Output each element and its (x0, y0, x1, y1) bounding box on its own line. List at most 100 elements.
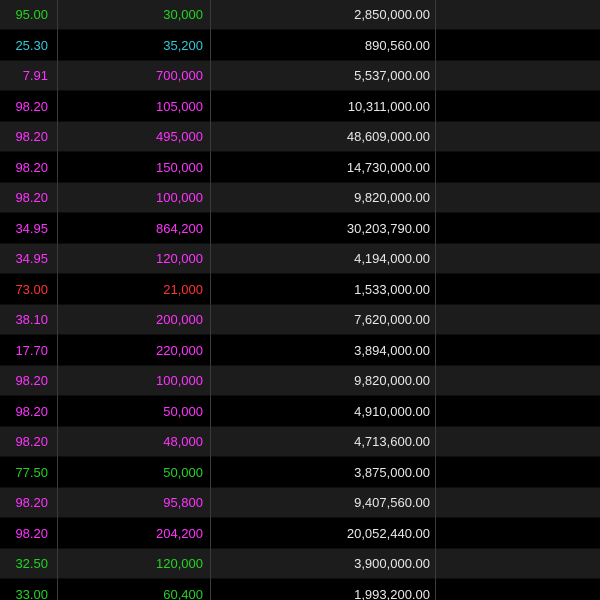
volume-cell: 95,800 (163, 495, 203, 510)
table-row[interactable]: 98.20 150,000 14,730,000.00 73,45 (0, 153, 600, 183)
volume-cell: 105,000 (156, 99, 203, 114)
table-row[interactable]: 17.70 220,000 3,894,000.00 3,89 (0, 336, 600, 366)
table-row[interactable]: 34.95 864,200 30,203,790.00 44,36 (0, 214, 600, 244)
volume-cell: 48,000 (163, 434, 203, 449)
total-cell: 20,05 (437, 519, 600, 549)
volume-cell: 50,000 (163, 404, 203, 419)
value-cell: 10,311,000.00 (347, 99, 430, 114)
trade-table: 95.00 30,000 2,850,000.00 135,22 25.30 35,200… (0, 0, 600, 600)
total-cell: 3,89 (437, 336, 600, 366)
table-row[interactable]: 77.50 50,000 3,875,000.00 3,87 (0, 458, 600, 488)
total-cell: 44,36 (437, 214, 600, 244)
price-cell: 77.50 (15, 465, 48, 480)
price-cell: 34.95 (15, 251, 48, 266)
value-cell: 14,730,000.00 (346, 160, 430, 175)
price-cell: 98.20 (15, 495, 48, 510)
volume-cell: 150,000 (156, 160, 203, 175)
table-row[interactable]: 32.50 120,000 3,900,000.00 8,25 (0, 549, 600, 579)
table-row[interactable]: 98.20 50,000 4,910,000.00 39,08 (0, 397, 600, 427)
volume-cell: 200,000 (156, 312, 203, 327)
total-cell: 48,90 (437, 366, 600, 396)
value-cell: 30,203,790.00 (346, 221, 430, 236)
value-cell: 48,609,000.00 (346, 129, 430, 144)
price-cell: 98.20 (15, 526, 48, 541)
price-cell: 7.91 (22, 68, 48, 83)
value-cell: 4,910,000.00 (354, 404, 430, 419)
table-row[interactable]: 98.20 100,000 9,820,000.00 48,90 (0, 366, 600, 396)
price-cell: 33.00 (15, 587, 48, 600)
total-cell: 1,53 (437, 275, 600, 305)
total-cell: 5,53 (437, 61, 600, 91)
table-row[interactable]: 98.20 95,800 9,407,560.00 29,46 (0, 488, 600, 518)
value-cell: 3,900,000.00 (354, 556, 430, 571)
table-row[interactable]: 25.30 35,200 890,560.00 89 (0, 31, 600, 61)
volume-cell: 21,000 (163, 282, 203, 297)
total-cell: 34,17 (437, 427, 600, 457)
total-cell: 135,22 (437, 0, 600, 30)
price-cell: 98.20 (15, 129, 48, 144)
price-cell: 25.30 (15, 38, 48, 53)
volume-cell: 864,200 (156, 221, 203, 236)
table-row[interactable]: 38.10 200,000 7,620,000.00 7,62 (0, 305, 600, 335)
column-divider (210, 0, 211, 600)
price-cell: 98.20 (15, 190, 48, 205)
volume-cell: 50,000 (163, 465, 203, 480)
table-row[interactable]: 98.20 495,000 48,609,000.00 122,06 (0, 122, 600, 152)
total-cell: 39,08 (437, 397, 600, 427)
volume-cell: 495,000 (156, 129, 203, 144)
volume-cell: 220,000 (156, 343, 203, 358)
total-cell: 8,25 (437, 549, 600, 579)
volume-cell: 204,200 (156, 526, 203, 541)
price-cell: 34.95 (15, 221, 48, 236)
volume-cell: 120,000 (156, 556, 203, 571)
table-row[interactable]: 98.20 204,200 20,052,440.00 20,05 (0, 519, 600, 549)
total-cell: 9,96 (437, 580, 600, 600)
volume-cell: 35,200 (163, 38, 203, 53)
table-row[interactable]: 98.20 105,000 10,311,000.00 132,37 (0, 92, 600, 122)
value-cell: 3,894,000.00 (354, 343, 430, 358)
total-cell: 3,87 (437, 458, 600, 488)
volume-cell: 120,000 (156, 251, 203, 266)
price-cell: 98.20 (15, 434, 48, 449)
value-cell: 7,620,000.00 (354, 312, 430, 327)
total-cell: 7,62 (437, 305, 600, 335)
price-cell: 98.20 (15, 373, 48, 388)
value-cell: 1,993,200.00 (354, 587, 430, 600)
table-row[interactable]: 98.20 48,000 4,713,600.00 34,17 (0, 427, 600, 457)
price-cell: 73.00 (15, 282, 48, 297)
table-row[interactable]: 7.91 700,000 5,537,000.00 5,53 (0, 61, 600, 91)
volume-cell: 100,000 (156, 190, 203, 205)
value-cell: 9,407,560.00 (354, 495, 430, 510)
table-row[interactable]: 34.95 120,000 4,194,000.00 14,16 (0, 244, 600, 274)
table-row[interactable]: 73.00 21,000 1,533,000.00 1,53 (0, 275, 600, 305)
price-cell: 98.20 (15, 160, 48, 175)
table-row[interactable]: 98.20 100,000 9,820,000.00 58,72 (0, 183, 600, 213)
value-cell: 890,560.00 (364, 38, 430, 53)
volume-cell: 60,400 (163, 587, 203, 600)
total-cell: 122,06 (437, 122, 600, 152)
price-cell: 38.10 (15, 312, 48, 327)
value-cell: 20,052,440.00 (346, 526, 430, 541)
value-cell: 3,875,000.00 (354, 465, 430, 480)
total-cell: 58,72 (437, 183, 600, 213)
price-cell: 32.50 (15, 556, 48, 571)
total-cell: 73,45 (437, 153, 600, 183)
value-cell: 4,713,600.00 (354, 434, 430, 449)
value-cell: 1,533,000.00 (354, 282, 430, 297)
value-cell: 5,537,000.00 (354, 68, 430, 83)
value-cell: 4,194,000.00 (354, 251, 430, 266)
value-cell: 2,850,000.00 (354, 7, 430, 22)
table-row[interactable]: 95.00 30,000 2,850,000.00 135,22 (0, 0, 600, 30)
volume-cell: 30,000 (163, 7, 203, 22)
value-cell: 9,820,000.00 (354, 373, 430, 388)
price-cell: 95.00 (15, 7, 48, 22)
column-divider (435, 0, 436, 600)
total-cell: 14,16 (437, 244, 600, 274)
total-cell: 89 (437, 31, 600, 61)
table-row[interactable]: 33.00 60,400 1,993,200.00 9,96 (0, 580, 600, 600)
price-cell: 98.20 (15, 404, 48, 419)
price-cell: 17.70 (15, 343, 48, 358)
column-divider (57, 0, 58, 600)
total-cell: 29,46 (437, 488, 600, 518)
volume-cell: 100,000 (156, 373, 203, 388)
